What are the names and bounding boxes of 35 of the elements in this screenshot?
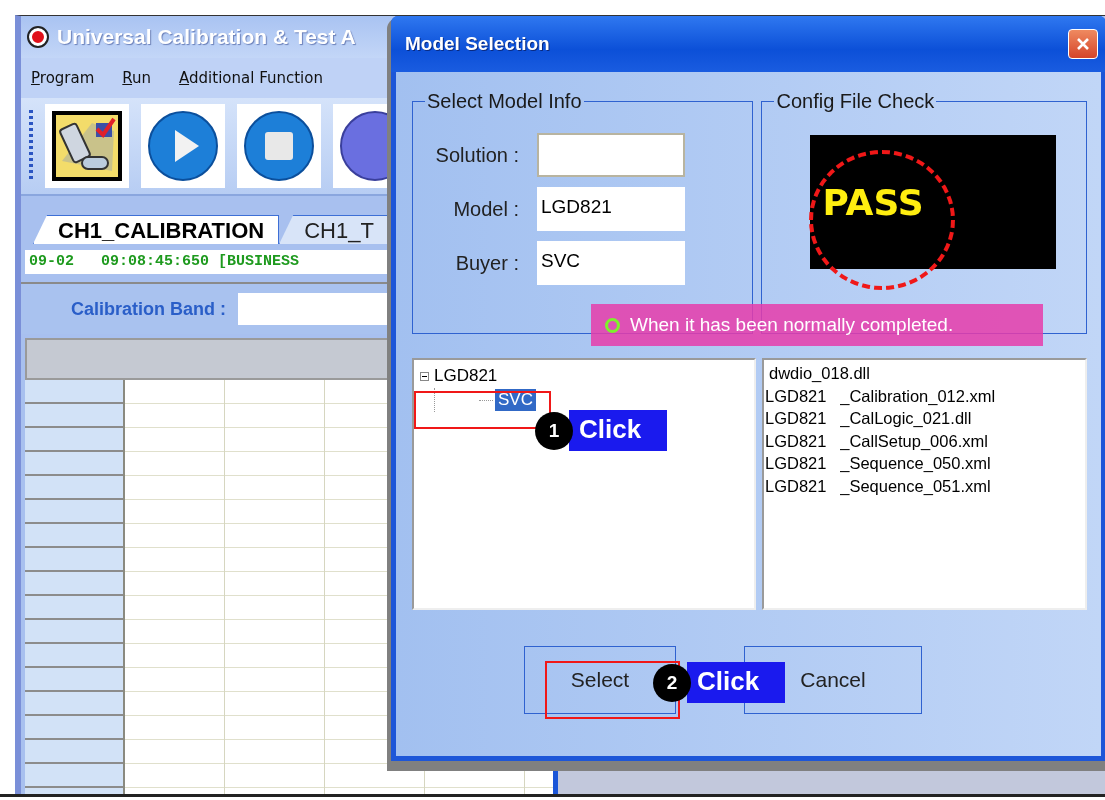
result-display: PASS [822,181,924,223]
ring-icon [605,317,620,333]
list-item[interactable]: LGD821 _CallSetup_006.xml [764,429,1085,452]
record-icon [29,28,47,46]
field-label: Calibration Band : [71,298,226,320]
menu-item[interactable]: Additional Function [179,69,323,87]
dialog-title: Model Selection [405,33,550,55]
group-title: Select Model Info [426,90,583,113]
list-item[interactable]: LGD821 _CalLogic_021.dll [764,407,1085,430]
close-button[interactable] [1068,29,1098,59]
tree-item[interactable]: SVC [495,389,536,411]
tree-item[interactable]: LGD821 [431,365,501,387]
play-button[interactable] [141,104,225,188]
callout-label: Click [569,410,668,451]
list-item[interactable]: dwdio_018.dll [764,362,1085,385]
menu-item[interactable]: Run [122,69,152,87]
input-field[interactable]: SVC [537,241,685,285]
field-label: Buyer : [454,251,520,275]
input-field[interactable] [537,133,685,177]
list-item[interactable]: LGD821 _Sequence_051.xml [764,474,1085,497]
window-title: Universal Calibration & Test A [57,25,356,49]
menu-item[interactable]: Program [31,69,95,87]
list-item[interactable]: LGD821 _Sequence_050.xml [764,452,1085,475]
close-icon[interactable] [1076,37,1090,51]
group-title: Config File Check [775,90,936,113]
field-label: Solution : [434,143,520,167]
stop-button[interactable] [237,104,321,188]
input-field[interactable]: LGD821 [537,187,685,231]
list-item[interactable]: LGD821 _Calibration_012.xml [764,384,1085,407]
field-label: Model : [452,197,520,221]
callout-label: Click [687,662,786,703]
note-text: When it has been normally completed. [630,314,954,336]
tab[interactable]: CH1_T [279,215,389,244]
phone-checklist-button[interactable] [45,104,129,188]
tab[interactable]: CH1_CALIBRATION [33,215,280,244]
